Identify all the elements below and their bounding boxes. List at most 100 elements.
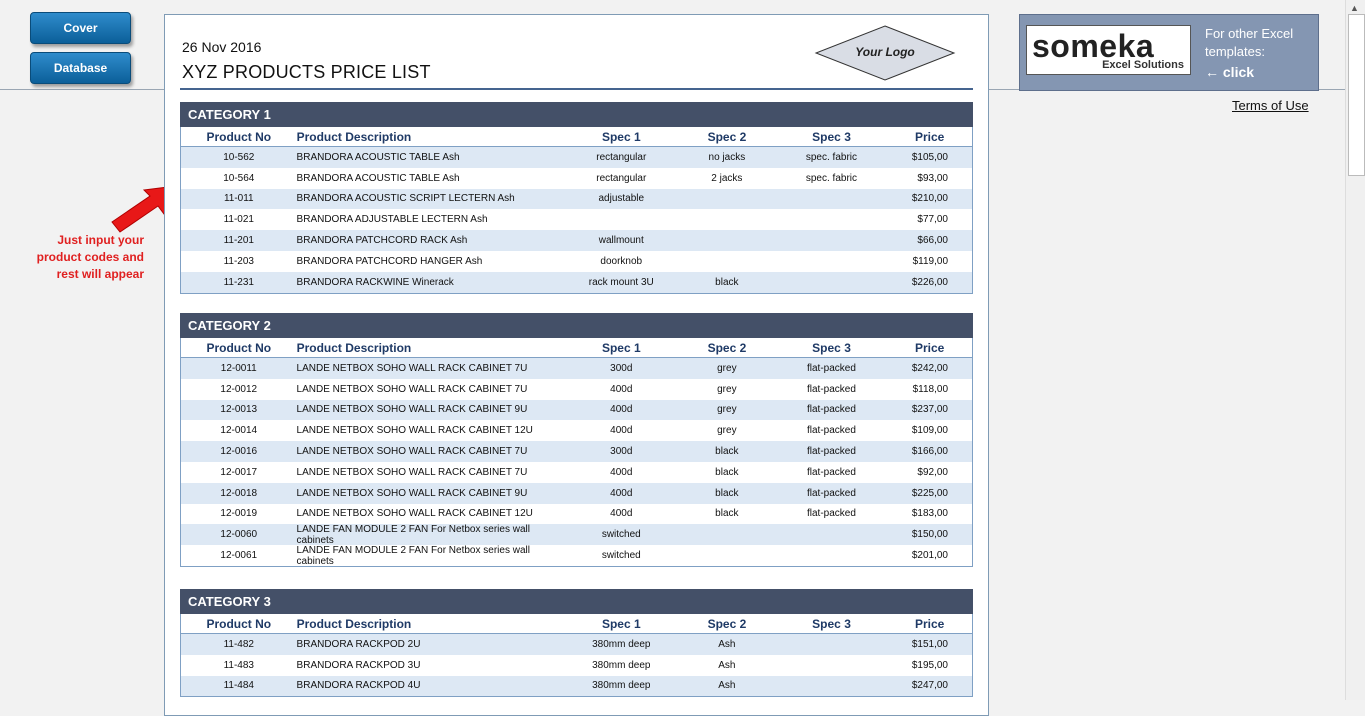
table-row[interactable]: 12-0019 LANDE NETBOX SOHO WALL RACK CABIN… <box>181 504 972 525</box>
terms-of-use-link[interactable]: Terms of Use <box>1232 98 1309 113</box>
table-cell[interactable]: BRANDORA RACKPOD 4U <box>297 680 568 691</box>
table-cell[interactable]: LANDE NETBOX SOHO WALL RACK CABINET 7U <box>297 384 568 395</box>
table-cell[interactable]: LANDE FAN MODULE 2 FAN For Netbox series… <box>297 545 568 567</box>
table-cell[interactable]: 12-0014 <box>181 425 297 436</box>
table-row[interactable]: 12-0018 LANDE NETBOX SOHO WALL RACK CABIN… <box>181 482 972 504</box>
table-cell[interactable]: black <box>675 446 779 457</box>
table-cell[interactable]: BRANDORA RACKWINE Winerack <box>297 277 568 288</box>
table-cell[interactable]: rectangular <box>567 152 675 163</box>
table-cell[interactable]: $210,00 <box>884 193 972 204</box>
table-cell[interactable]: black <box>675 488 779 499</box>
table-cell[interactable]: 12-0018 <box>181 488 297 499</box>
table-cell[interactable]: $119,00 <box>884 256 972 267</box>
table-cell[interactable]: BRANDORA ACOUSTIC SCRIPT LECTERN Ash <box>297 193 568 204</box>
table-cell[interactable]: 300d <box>567 446 675 457</box>
table-cell[interactable]: grey <box>675 425 779 436</box>
table-row[interactable]: 11-021 BRANDORA ADJUSTABLE LECTERN Ash $77… <box>181 209 972 230</box>
table-row[interactable]: 11-484 BRANDORA RACKPOD 4U 380mm deep Ash $2… <box>181 675 972 697</box>
table-cell[interactable]: flat-packed <box>779 404 885 415</box>
table-cell[interactable]: spec. fabric <box>779 173 885 184</box>
table-cell[interactable]: flat-packed <box>779 488 885 499</box>
table-cell[interactable]: black <box>675 277 779 288</box>
table-cell[interactable]: Ash <box>675 680 779 691</box>
table-cell[interactable]: 400d <box>567 508 675 519</box>
table-cell[interactable]: black <box>675 467 779 478</box>
table-cell[interactable]: LANDE NETBOX SOHO WALL RACK CABINET 7U <box>297 363 568 374</box>
table-cell[interactable]: 11-011 <box>181 193 297 204</box>
table-cell[interactable]: 300d <box>567 363 675 374</box>
table-row[interactable]: 12-0012 LANDE NETBOX SOHO WALL RACK CABIN… <box>181 379 972 400</box>
table-cell[interactable]: 12-0019 <box>181 508 297 519</box>
table-row[interactable]: 12-0014 LANDE NETBOX SOHO WALL RACK CABIN… <box>181 420 972 441</box>
table-cell[interactable]: 400d <box>567 488 675 499</box>
table-cell[interactable]: switched <box>567 529 675 540</box>
table-cell[interactable]: grey <box>675 363 779 374</box>
table-cell[interactable]: grey <box>675 404 779 415</box>
table-cell[interactable]: $201,00 <box>884 550 972 561</box>
table-cell[interactable]: 380mm deep <box>567 639 675 650</box>
table-cell[interactable]: BRANDORA ACOUSTIC TABLE Ash <box>297 152 568 163</box>
table-cell[interactable]: LANDE NETBOX SOHO WALL RACK CABINET 12U <box>297 508 568 519</box>
table-cell[interactable]: 11-231 <box>181 277 297 288</box>
table-cell[interactable]: $93,00 <box>884 173 972 184</box>
table-cell[interactable]: $242,00 <box>884 363 972 374</box>
table-cell[interactable]: rectangular <box>567 173 675 184</box>
table-cell[interactable]: 10-564 <box>181 173 297 184</box>
table-row[interactable]: 11-231 BRANDORA RACKWINE Winerack rack mou… <box>181 271 972 293</box>
table-cell[interactable]: $247,00 <box>884 680 972 691</box>
table-row[interactable]: 12-0060 LANDE FAN MODULE 2 FAN For Netbox… <box>181 524 972 546</box>
table-cell[interactable]: 11-021 <box>181 214 297 225</box>
table-cell[interactable]: $109,00 <box>884 425 972 436</box>
table-cell[interactable]: LANDE NETBOX SOHO WALL RACK CABINET 7U <box>297 446 568 457</box>
table-cell[interactable]: 380mm deep <box>567 660 675 671</box>
table-cell[interactable]: $226,00 <box>884 277 972 288</box>
table-cell[interactable]: 10-562 <box>181 152 297 163</box>
table-cell[interactable]: $150,00 <box>884 529 972 540</box>
table-cell[interactable]: $195,00 <box>884 660 972 671</box>
table-cell[interactable]: 400d <box>567 467 675 478</box>
table-cell[interactable]: adjustable <box>567 193 675 204</box>
table-row[interactable]: 11-011 BRANDORA ACOUSTIC SCRIPT LECTERN A… <box>181 188 972 210</box>
table-cell[interactable]: 400d <box>567 384 675 395</box>
table-cell[interactable]: 12-0016 <box>181 446 297 457</box>
table-cell[interactable]: $166,00 <box>884 446 972 457</box>
table-cell[interactable]: 400d <box>567 404 675 415</box>
table-cell[interactable]: 12-0013 <box>181 404 297 415</box>
table-cell[interactable]: LANDE NETBOX SOHO WALL RACK CABINET 9U <box>297 488 568 499</box>
table-cell[interactable]: black <box>675 508 779 519</box>
table-row[interactable]: 11-203 BRANDORA PATCHCORD HANGER Ash doork… <box>181 251 972 272</box>
table-cell[interactable]: $105,00 <box>884 152 972 163</box>
table-cell[interactable]: flat-packed <box>779 508 885 519</box>
someka-click-link[interactable]: ← click <box>1205 64 1254 80</box>
table-cell[interactable]: grey <box>675 384 779 395</box>
table-cell[interactable]: 2 jacks <box>675 173 779 184</box>
table-cell[interactable]: 11-203 <box>181 256 297 267</box>
table-row[interactable]: 11-201 BRANDORA PATCHCORD RACK Ash wallmou… <box>181 230 972 251</box>
table-cell[interactable]: BRANDORA PATCHCORD HANGER Ash <box>297 256 568 267</box>
table-cell[interactable]: doorknob <box>567 256 675 267</box>
table-row[interactable]: 10-564 BRANDORA ACOUSTIC TABLE Ash rectang… <box>181 168 972 189</box>
table-cell[interactable]: 11-201 <box>181 235 297 246</box>
table-cell[interactable]: flat-packed <box>779 425 885 436</box>
table-cell[interactable]: $77,00 <box>884 214 972 225</box>
table-cell[interactable]: $183,00 <box>884 508 972 519</box>
table-cell[interactable]: BRANDORA RACKPOD 3U <box>297 660 568 671</box>
table-cell[interactable]: $151,00 <box>884 639 972 650</box>
table-row[interactable]: 11-482 BRANDORA RACKPOD 2U 380mm deep Ash $1… <box>181 634 972 655</box>
table-cell[interactable]: 11-484 <box>181 680 297 691</box>
cover-button[interactable]: Cover <box>30 12 131 44</box>
table-cell[interactable]: $225,00 <box>884 488 972 499</box>
table-cell[interactable]: spec. fabric <box>779 152 885 163</box>
table-cell[interactable]: 12-0011 <box>181 363 297 374</box>
table-row[interactable]: 12-0016 LANDE NETBOX SOHO WALL RACK CABIN… <box>181 441 972 462</box>
table-row[interactable]: 12-0061 LANDE FAN MODULE 2 FAN For Netbox… <box>181 545 972 567</box>
table-cell[interactable]: BRANDORA ADJUSTABLE LECTERN Ash <box>297 214 568 225</box>
someka-banner[interactable]: someka Excel Solutions For other Excel t… <box>1019 14 1319 91</box>
vertical-scrollbar[interactable]: ▲ <box>1345 0 1365 700</box>
table-cell[interactable]: $92,00 <box>884 467 972 478</box>
table-cell[interactable]: Ash <box>675 639 779 650</box>
table-cell[interactable]: flat-packed <box>779 384 885 395</box>
table-row[interactable]: 11-483 BRANDORA RACKPOD 3U 380mm deep Ash $1… <box>181 655 972 676</box>
table-row[interactable]: 12-0013 LANDE NETBOX SOHO WALL RACK CABIN… <box>181 399 972 421</box>
table-cell[interactable]: 11-482 <box>181 639 297 650</box>
